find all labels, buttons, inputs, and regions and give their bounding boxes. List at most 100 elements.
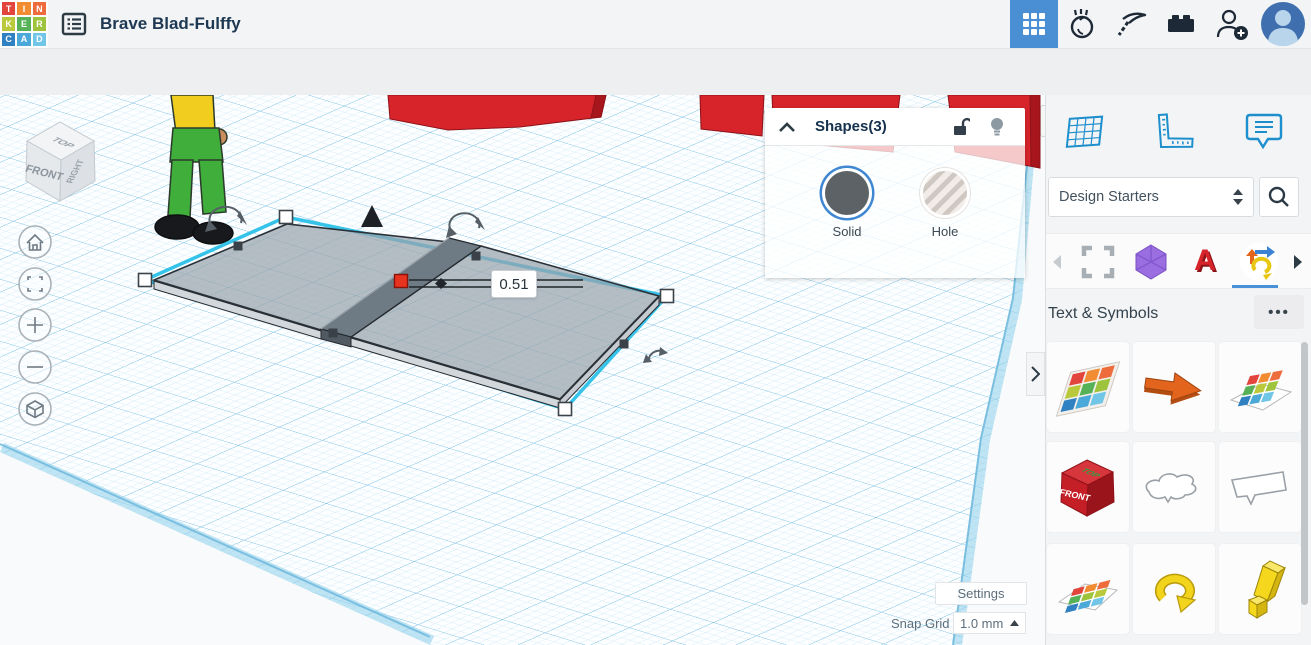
corner-handle[interactable] [137, 272, 153, 288]
red-view-cube-thumb: TOP FRONT [1058, 459, 1115, 517]
category-carousel: A A [1046, 233, 1311, 289]
basic-shapes-icon [1081, 245, 1115, 279]
logo-letter: A [17, 32, 31, 46]
corner-handle[interactable] [278, 209, 294, 225]
snap-grid-value: 1.0 mm [960, 615, 1004, 631]
shape-item-cloud[interactable] [1133, 442, 1215, 532]
grid-settings-button[interactable]: Settings [935, 582, 1027, 605]
edit-toolbar: Import Export Send To [0, 48, 1311, 138]
visibility-bulb-button[interactable] [983, 113, 1011, 141]
ruler-tool[interactable] [1152, 109, 1196, 155]
hole-label: Hole [931, 224, 959, 239]
section-menu-button[interactable]: ••• [1254, 295, 1304, 329]
svg-text:A: A [1194, 244, 1216, 277]
sidebar-scrollbar[interactable] [1301, 342, 1308, 605]
lock-toggle-button[interactable] [947, 113, 975, 141]
snap-grid-label: Snap Grid [891, 616, 950, 631]
category-shape-generators[interactable] [1129, 240, 1173, 284]
brick-icon [1168, 15, 1194, 32]
search-icon [1268, 186, 1289, 207]
corner-handle[interactable] [659, 288, 675, 304]
logo-letter: R [32, 17, 46, 31]
list-icon [61, 12, 87, 36]
account-avatar[interactable] [1260, 1, 1306, 47]
shape-library-select[interactable]: Design Starters [1048, 177, 1254, 217]
active-category-underline [1232, 285, 1278, 288]
design-properties-button[interactable] [56, 6, 92, 42]
corner-handle[interactable] [557, 401, 573, 417]
section-title: Text & Symbols [1048, 305, 1159, 322]
perspective-button[interactable] [18, 392, 52, 426]
shape-item-exclamation[interactable] [1219, 544, 1301, 634]
top-app-bar: T I N K E R C A D Brave Blad-Fulffy [0, 0, 1311, 48]
edge-handle[interactable] [619, 339, 629, 349]
search-button[interactable] [1259, 177, 1299, 217]
collapse-panel-button[interactable] [773, 113, 801, 141]
solid-label: Solid [832, 224, 862, 239]
dimension-input[interactable]: 0.51 [491, 270, 537, 298]
snap-grid-select[interactable]: 1.0 mm [953, 612, 1026, 634]
shape-library-value: Design Starters [1059, 189, 1159, 205]
apps-grid-button[interactable] [1010, 0, 1058, 48]
yellow-exclamation-thumb [1247, 560, 1287, 619]
edge-handle[interactable] [328, 328, 338, 338]
shape-item-logo-tile[interactable] [1047, 342, 1129, 432]
carousel-next-button[interactable] [1289, 248, 1307, 276]
notes-tool[interactable] [1242, 109, 1286, 155]
cloud-thumb [1145, 473, 1197, 504]
sidebar-collapse-handle[interactable] [1026, 352, 1045, 396]
sim-lab-icon [1070, 9, 1094, 39]
shape-item-speech-bubble[interactable] [1219, 442, 1301, 532]
zoom-out-button[interactable] [18, 350, 52, 384]
chevron-right-icon [1294, 255, 1302, 269]
invite-button[interactable] [1206, 0, 1258, 48]
zoom-in-button[interactable] [18, 308, 52, 342]
home-view-button[interactable] [18, 225, 52, 259]
edge-handle[interactable] [471, 251, 481, 261]
select-arrows-icon [1233, 189, 1243, 205]
avatar [1261, 2, 1305, 46]
design-title[interactable]: Brave Blad-Fulffy [100, 0, 241, 48]
tinkercad-logo[interactable]: T I N K E R C A D [0, 0, 48, 48]
carousel-prev-button[interactable] [1048, 248, 1066, 276]
category-letters[interactable]: A A [1183, 240, 1227, 284]
category-basic-shapes[interactable] [1076, 240, 1120, 284]
shape-item-logo-blocks[interactable] [1219, 342, 1301, 432]
letter-a-icon: A A [1194, 244, 1218, 279]
ruler-icon [1157, 113, 1194, 148]
fit-view-button[interactable] [18, 267, 52, 301]
shape-item-logo-card[interactable] [1047, 544, 1129, 634]
logo-letter: C [2, 32, 16, 46]
shapes-panel-title: Shapes(3) [815, 118, 887, 135]
shape-item-view-cube[interactable]: TOP FRONT [1047, 442, 1129, 532]
hole-material-option[interactable] [923, 171, 967, 215]
dropdown-up-icon [1010, 620, 1019, 626]
shape-item-arrow[interactable] [1133, 342, 1215, 432]
workplane-tool[interactable] [1064, 109, 1108, 155]
person-add-icon [1216, 9, 1248, 40]
minecraft-export-button[interactable] [1108, 0, 1156, 48]
active-scale-handle[interactable] [393, 273, 409, 289]
pickaxe-icon [1117, 12, 1147, 36]
shape-item-rotate-arrow[interactable] [1133, 544, 1215, 634]
logo-letter: T [2, 2, 16, 16]
logo-letter: I [17, 2, 31, 16]
shapes-inspector-panel: Shapes(3) Solid Hole [765, 108, 1025, 278]
collapse-chevron-icon [779, 122, 795, 132]
orange-arrow-thumb [1144, 372, 1202, 405]
yellow-rotate-arrow-thumb [1154, 573, 1197, 614]
logo-blocks-plate-thumb [1229, 370, 1293, 411]
chevron-left-icon [1053, 255, 1061, 269]
sim-lab-button[interactable] [1059, 0, 1107, 48]
notes-icon [1245, 113, 1283, 150]
logo-letter: N [32, 2, 46, 16]
brick-export-button[interactable] [1157, 0, 1205, 48]
edge-handle[interactable] [233, 241, 243, 251]
shapes-panel-header: Shapes(3) [765, 108, 1025, 146]
solid-material-option[interactable] [825, 171, 869, 215]
polyhedron-icon [1135, 244, 1167, 280]
speech-bubble-thumb [1230, 471, 1287, 506]
text-symbols-icon [1240, 243, 1278, 281]
category-text-symbols[interactable] [1237, 240, 1281, 284]
logo-letter: D [32, 32, 46, 46]
